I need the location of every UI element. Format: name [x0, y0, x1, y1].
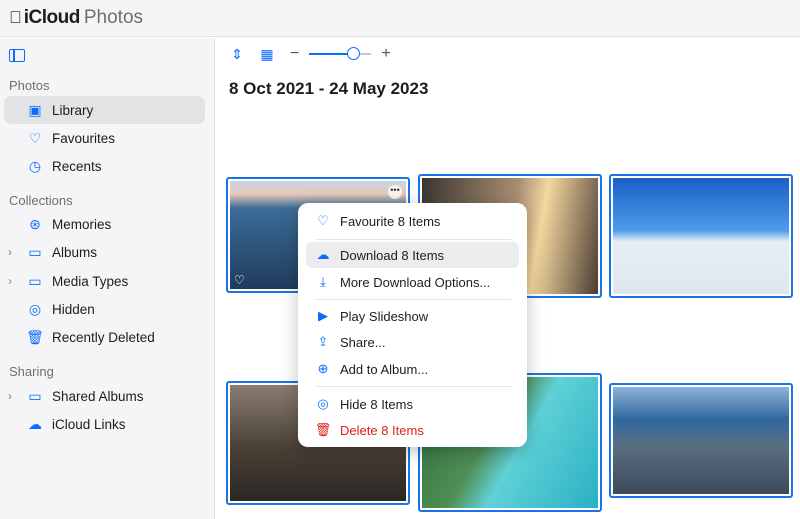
sidebar-item-label: Favourites: [52, 130, 116, 146]
sidebar-item-label: iCloud Links: [52, 416, 126, 432]
context-menu: ♡ Favourite 8 Items ☁ Download 8 Items ⤓ Mo…: [298, 203, 527, 447]
sidebar-item-label: Library: [52, 102, 94, 118]
menu-share[interactable]: ⇪ Share...: [306, 329, 519, 355]
menu-label: Favourite 8 Items: [340, 213, 441, 229]
sidebar-item-recents[interactable]: ◷ Recents: [4, 152, 205, 180]
heart-icon: ♡: [317, 213, 329, 228]
more-options-icon[interactable]: •••: [388, 185, 402, 199]
sidebar-item-recently-deleted[interactable]: 🗑 Recently Deleted: [4, 323, 205, 351]
sidebar-item-label: Media Types: [52, 273, 129, 289]
menu-label: More Download Options...: [340, 274, 491, 290]
apple-logo-icon: : [9, 8, 22, 28]
menu-favourite[interactable]: ♡ Favourite 8 Items: [306, 208, 519, 234]
play-icon: ▶: [318, 308, 328, 323]
sidebar-item-memories[interactable]: ⊛ Memories: [4, 210, 205, 238]
sidebar-item-albums[interactable]: › ▭ Albums: [4, 238, 205, 266]
shared-albums-icon: ▭: [28, 387, 42, 404]
eye-slash-icon: ◎: [317, 396, 329, 411]
sidebar-item-library[interactable]: ▣ Library: [4, 96, 205, 124]
zoom-out-button[interactable]: −: [290, 45, 299, 63]
menu-download[interactable]: ☁ Download 8 Items: [306, 242, 519, 268]
library-icon: ▣: [28, 101, 42, 118]
divider: [316, 299, 511, 300]
sidebar: Photos ▣ Library ♡ Favourites ◷ Recents Col…: [0, 38, 215, 519]
memories-icon: ⊛: [29, 215, 41, 232]
download-options-icon: ⤓: [320, 274, 326, 289]
calendar-icon[interactable]: ▦: [258, 46, 276, 63]
sidebar-item-label: Recently Deleted: [52, 329, 155, 345]
sidebar-item-label: Albums: [52, 244, 98, 260]
cloud-link-icon: ☁: [28, 415, 42, 432]
heart-icon[interactable]: ♡: [234, 273, 245, 287]
app-name: Photos: [71, 7, 143, 28]
trash-icon: 🗑: [314, 422, 332, 437]
menu-label: Add to Album...: [340, 361, 429, 377]
brand: iCloud: [11, 7, 81, 28]
menu-more-download-options[interactable]: ⤓ More Download Options...: [306, 269, 519, 295]
zoom-in-button[interactable]: +: [381, 45, 390, 63]
trash-icon: 🗑: [26, 328, 44, 345]
sidebar-item-label: Memories: [52, 216, 112, 232]
menu-label: Delete 8 Items: [340, 422, 424, 438]
sidebar-item-media-types[interactable]: › ▭ Media Types: [4, 267, 205, 295]
sidebar-item-icloud-links[interactable]: ☁ iCloud Links: [4, 410, 205, 438]
aspect-toggle-icon[interactable]: ⇕: [228, 46, 246, 63]
slider-knob[interactable]: [346, 47, 360, 60]
menu-play-slideshow[interactable]: ▶ Play Slideshow: [306, 303, 519, 329]
menu-label: Share...: [340, 334, 386, 350]
chevron-right-icon[interactable]: ›: [8, 389, 12, 403]
clock-icon: ◷: [28, 157, 42, 174]
menu-add-to-album[interactable]: ⊕ Add to Album...: [306, 356, 519, 382]
toolbar: ⇕ ▦ − +: [228, 45, 391, 63]
menu-label: Play Slideshow: [340, 308, 429, 324]
section-photos: Photos: [9, 78, 50, 93]
sidebar-item-shared-albums[interactable]: › ▭ Shared Albums: [4, 382, 205, 410]
section-sharing: Sharing: [9, 364, 54, 379]
photo-tile[interactable]: [609, 383, 793, 498]
add-to-album-icon: ⊕: [317, 361, 329, 376]
zoom-slider[interactable]: [309, 47, 372, 60]
sidebar-toggle-icon[interactable]: [9, 49, 25, 62]
date-range-title: 8 Oct 2021 - 24 May 2023: [229, 79, 429, 98]
section-collections: Collections: [9, 193, 73, 208]
chevron-right-icon[interactable]: ›: [8, 245, 12, 259]
heart-icon: ♡: [28, 129, 42, 146]
photo-tile[interactable]: [609, 174, 793, 298]
app-header:  iCloud Photos: [0, 0, 800, 37]
menu-label: Download 8 Items: [340, 247, 445, 263]
sidebar-item-label: Hidden: [52, 301, 95, 317]
chevron-right-icon[interactable]: ›: [8, 274, 12, 288]
menu-label: Hide 8 Items: [340, 396, 413, 412]
sidebar-item-label: Shared Albums: [52, 388, 144, 404]
sidebar-item-hidden[interactable]: ◎ Hidden: [4, 295, 205, 323]
sidebar-item-favourites[interactable]: ♡ Favourites: [4, 124, 205, 152]
sidebar-item-label: Recents: [52, 158, 102, 174]
menu-delete[interactable]: 🗑 Delete 8 Items: [306, 417, 519, 443]
menu-hide[interactable]: ◎ Hide 8 Items: [306, 391, 519, 417]
cloud-download-icon: ☁: [316, 247, 330, 262]
share-icon: ⇪: [317, 334, 329, 349]
divider: [316, 239, 511, 240]
media-types-icon: ▭: [28, 272, 42, 289]
eye-slash-icon: ◎: [28, 300, 42, 317]
divider: [316, 386, 511, 387]
albums-icon: ▭: [28, 243, 42, 260]
